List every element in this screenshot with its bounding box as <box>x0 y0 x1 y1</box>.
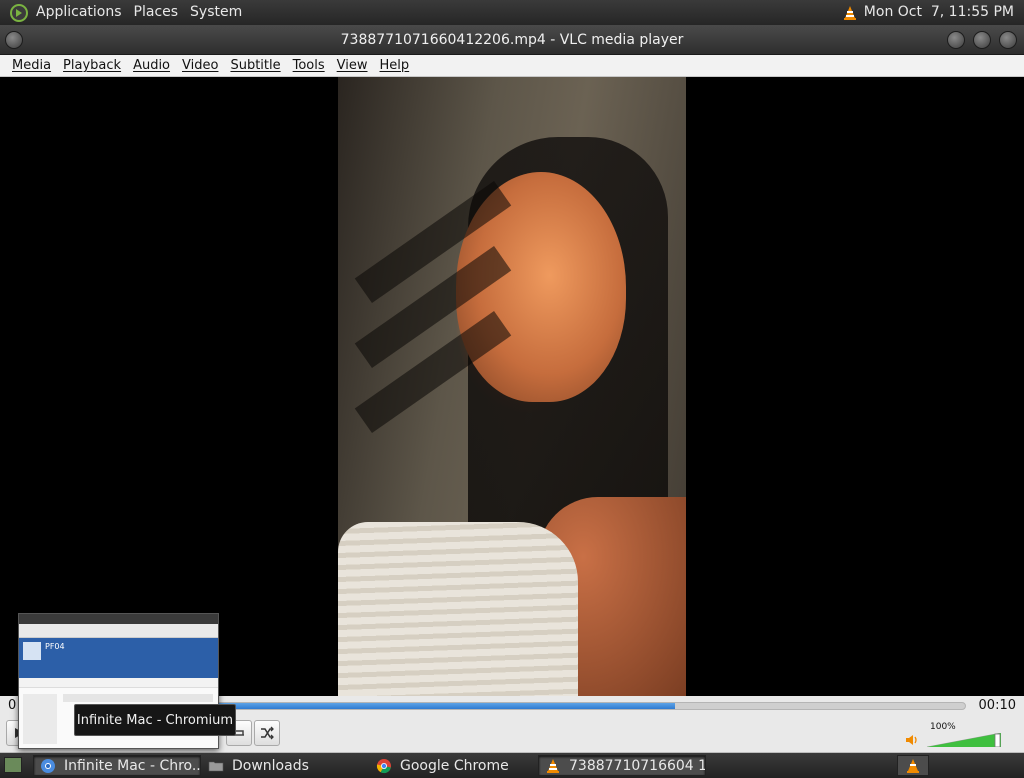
video-clothing-shape <box>338 522 578 696</box>
preview-toolbar <box>63 694 213 702</box>
preview-titlebar <box>19 614 218 624</box>
menu-tools[interactable]: Tools <box>287 58 331 73</box>
preview-addressbar <box>19 624 218 638</box>
preview-avatar <box>23 642 41 660</box>
applications-menu[interactable]: Applications <box>30 0 128 25</box>
task-google-chrome[interactable]: Google Chrome <box>370 755 536 776</box>
taskbar: Infinite Mac - Chro... Downloads Google … <box>0 753 1024 778</box>
preview-page-name: PF04 <box>45 642 65 651</box>
window-menu-button[interactable] <box>5 31 23 49</box>
window-title: 7388771071660412206.mp4 - VLC media play… <box>340 31 684 48</box>
menu-media[interactable]: Media <box>6 58 57 73</box>
top-panel: Applications Places System Mon Oct 7, 11… <box>0 0 1024 25</box>
window-titlebar[interactable]: 7388771071660412206.mp4 - VLC media play… <box>0 25 1024 55</box>
distro-logo-icon[interactable] <box>10 3 28 22</box>
task-downloads[interactable]: Downloads <box>202 755 368 776</box>
chrome-icon <box>376 758 391 773</box>
tooltip: Infinite Mac - Chromium <box>74 704 236 736</box>
video-display[interactable] <box>0 77 1024 696</box>
task-label: Infinite Mac - Chro... <box>64 757 201 774</box>
volume-slider[interactable] <box>927 733 1001 747</box>
minimize-button[interactable] <box>947 31 965 49</box>
menu-playback[interactable]: Playback <box>57 58 127 73</box>
task-label: Downloads <box>232 757 309 774</box>
task-label: 73887710716604 12... <box>569 757 705 774</box>
shuffle-button[interactable] <box>254 720 280 746</box>
task-infinite-mac[interactable]: Infinite Mac - Chro... <box>33 755 201 776</box>
menu-view[interactable]: View <box>331 58 374 73</box>
vlc-cone-icon <box>547 758 559 773</box>
task-label: Google Chrome <box>400 757 509 774</box>
volume-percent: 100% <box>930 722 956 732</box>
preview-banner: PF04 <box>19 638 218 678</box>
time-total: 00:10 <box>978 698 1016 713</box>
places-menu[interactable]: Places <box>128 0 185 25</box>
chromium-icon <box>41 758 55 773</box>
vlc-workspace-icon <box>907 758 919 773</box>
folder-icon <box>208 761 224 771</box>
workspace-switcher[interactable] <box>897 755 929 776</box>
preview-tabs <box>19 678 218 688</box>
time-elapsed: 0 <box>8 698 17 713</box>
menu-video[interactable]: Video <box>176 58 224 73</box>
system-menu[interactable]: System <box>184 0 248 25</box>
clock[interactable]: Mon Oct 7, 11:55 PM <box>858 0 1020 25</box>
close-button[interactable] <box>999 31 1017 49</box>
vlc-tray-icon[interactable] <box>842 5 858 21</box>
menu-subtitle[interactable]: Subtitle <box>224 58 286 73</box>
task-vlc[interactable]: 73887710716604 12... <box>538 755 706 776</box>
speaker-icon[interactable] <box>905 731 919 750</box>
maximize-button[interactable] <box>973 31 991 49</box>
shuffle-icon <box>261 726 274 740</box>
show-desktop-icon[interactable] <box>4 757 22 773</box>
preview-sidebar <box>23 694 57 744</box>
menu-audio[interactable]: Audio <box>127 58 176 73</box>
video-frame <box>338 77 686 696</box>
menu-help[interactable]: Help <box>374 58 416 73</box>
menubar: Media Playback Audio Video Subtitle Tool… <box>0 55 1024 77</box>
